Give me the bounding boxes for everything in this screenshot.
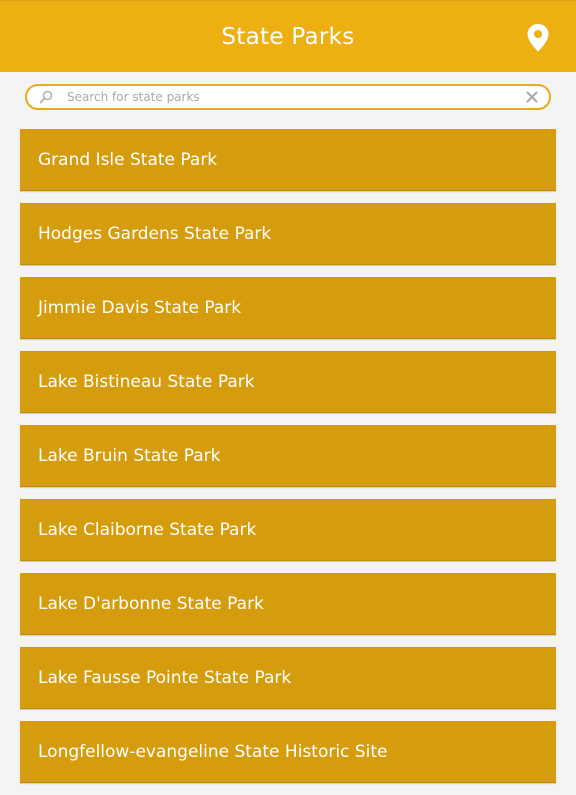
list-item-longfellow-evangeline[interactable]: Longfellow-evangeline State Historic Sit…	[20, 721, 556, 783]
list-item-lake-claiborne[interactable]: Lake Claiborne State Park	[20, 499, 556, 561]
list-item-lake-darbonne[interactable]: Lake D'arbonne State Park	[20, 573, 556, 635]
search-icon	[39, 90, 53, 104]
list-item-label: Lake D'arbonne State Park	[38, 594, 264, 614]
list-item-hodges-gardens[interactable]: Hodges Gardens State Park	[20, 203, 556, 265]
list-item-label: Hodges Gardens State Park	[38, 224, 272, 244]
list-item-label: Lake Bistineau State Park	[38, 372, 255, 392]
list-item-grand-isle[interactable]: Grand Isle State Park	[20, 129, 556, 191]
app-header: State Parks	[0, 0, 576, 72]
list-item-label: Lake Bruin State Park	[38, 446, 221, 466]
list-item-label: Lake Claiborne State Park	[38, 520, 257, 540]
search-input[interactable]	[67, 87, 507, 107]
park-list: Grand Isle State Park Hodges Gardens Sta…	[20, 129, 556, 795]
search-bar	[25, 84, 551, 110]
list-item-lake-bistineau[interactable]: Lake Bistineau State Park	[20, 351, 556, 413]
list-item-label: Jimmie Davis State Park	[38, 298, 242, 318]
list-item-lake-bruin[interactable]: Lake Bruin State Park	[20, 425, 556, 487]
list-item-label: Longfellow-evangeline State Historic Sit…	[38, 742, 388, 762]
page-title: State Parks	[221, 24, 355, 50]
list-item-jimmie-davis[interactable]: Jimmie Davis State Park	[20, 277, 556, 339]
list-item-label: Grand Isle State Park	[38, 150, 218, 170]
location-pin-icon[interactable]	[524, 23, 552, 53]
close-icon[interactable]	[525, 90, 539, 104]
list-item-lake-fausse-pointe[interactable]: Lake Fausse Pointe State Park	[20, 647, 556, 709]
list-item-label: Lake Fausse Pointe State Park	[38, 668, 292, 688]
